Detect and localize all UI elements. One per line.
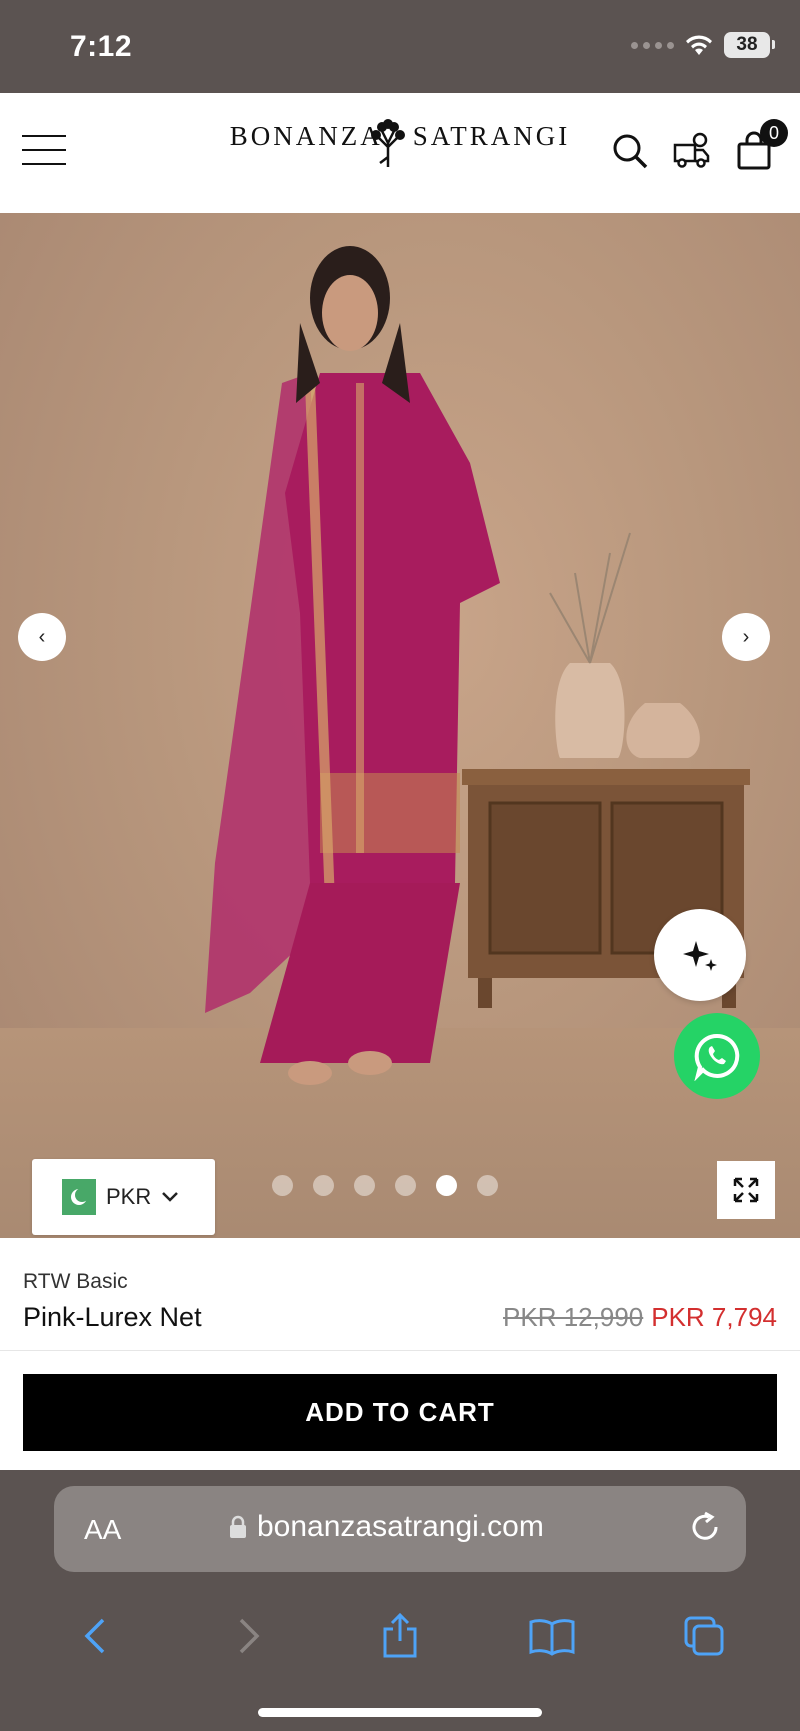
gallery-pagination (272, 1175, 498, 1196)
logo-text-right: SATRANGI (412, 121, 571, 151)
cart-button[interactable]: 0 (734, 119, 788, 171)
currency-label: PKR (106, 1184, 152, 1209)
product-collection: RTW Basic (23, 1270, 128, 1293)
status-bar: 7:12 38 (0, 0, 800, 93)
url-display: bonanzasatrangi.com (229, 1510, 544, 1544)
sparkle-icon (683, 941, 717, 971)
back-button[interactable] (71, 1611, 121, 1661)
lock-icon (230, 1515, 246, 1538)
signal-icon (631, 41, 674, 49)
product-prices: PKR 12,990 PKR 7,794 (503, 1302, 777, 1333)
chevron-left-icon (84, 1618, 105, 1654)
expand-icon (733, 1177, 759, 1203)
browser-toolbar (0, 1596, 800, 1676)
ai-assistant-button[interactable] (654, 909, 746, 1001)
expand-image-button[interactable] (717, 1161, 775, 1219)
pagination-dot[interactable] (395, 1175, 416, 1196)
status-time: 7:12 (70, 30, 133, 63)
tabs-button[interactable] (679, 1611, 729, 1661)
delivery-truck-icon (673, 132, 710, 168)
home-indicator[interactable] (258, 1708, 542, 1717)
logo-text-left: BONANZA (229, 121, 383, 151)
tree-logo-icon (371, 119, 405, 167)
site-header: BONANZA SATRANGI 0 (0, 93, 800, 323)
pagination-dot-active[interactable] (436, 1175, 457, 1196)
text-size-label: AA (84, 1514, 122, 1545)
product-info: RTW Basic Pink-Lurex Net PKR 12,990 PKR 7… (0, 1238, 800, 1350)
reload-button[interactable] (688, 1510, 722, 1549)
product-image-gallery[interactable]: ‹ › PKR (0, 213, 800, 1238)
whatsapp-icon (694, 1033, 740, 1081)
chevron-left-icon: ‹ (38, 625, 46, 648)
chevron-right-icon (239, 1618, 260, 1654)
prev-image-button[interactable]: ‹ (18, 613, 66, 661)
next-image-button[interactable]: › (722, 613, 770, 661)
pagination-dot[interactable] (272, 1175, 293, 1196)
track-order-button[interactable] (672, 131, 712, 171)
product-photo (205, 246, 750, 1085)
pagination-dot[interactable] (313, 1175, 334, 1196)
bookmarks-button[interactable] (527, 1611, 577, 1661)
text-size-button[interactable]: AA (84, 1514, 121, 1546)
pagination-dot[interactable] (354, 1175, 375, 1196)
book-icon (529, 1619, 575, 1656)
share-button[interactable] (375, 1611, 425, 1661)
original-price: PKR 12,990 (503, 1302, 644, 1332)
reload-icon (692, 1511, 718, 1540)
battery-icon: 38 (724, 32, 775, 58)
currency-selector[interactable]: PKR (32, 1159, 215, 1235)
address-bar[interactable]: AA bonanzasatrangi.com (54, 1486, 746, 1572)
search-button[interactable] (610, 131, 650, 171)
tabs-icon (684, 1616, 724, 1656)
product-name: Pink-Lurex Net (23, 1302, 202, 1332)
sale-price: PKR 7,794 (651, 1302, 777, 1332)
browser-chrome: AA bonanzasatrangi.com (0, 1470, 800, 1731)
status-indicators: 38 (631, 32, 775, 58)
url-text: bonanzasatrangi.com (257, 1510, 544, 1543)
add-to-cart-button[interactable]: ADD TO CART (23, 1374, 777, 1451)
wifi-icon (686, 35, 712, 55)
header-actions: 0 (610, 119, 788, 171)
whatsapp-button[interactable] (674, 1013, 760, 1099)
share-icon (383, 1613, 417, 1658)
pagination-dot[interactable] (477, 1175, 498, 1196)
pakistan-flag-icon (50, 1179, 96, 1215)
forward-button[interactable] (223, 1611, 273, 1661)
chevron-down-icon (162, 1192, 179, 1202)
cart-bar: ADD TO CART (0, 1350, 800, 1470)
cart-count-badge: 0 (760, 119, 788, 147)
search-icon (613, 134, 648, 169)
chevron-right-icon: › (742, 625, 750, 648)
